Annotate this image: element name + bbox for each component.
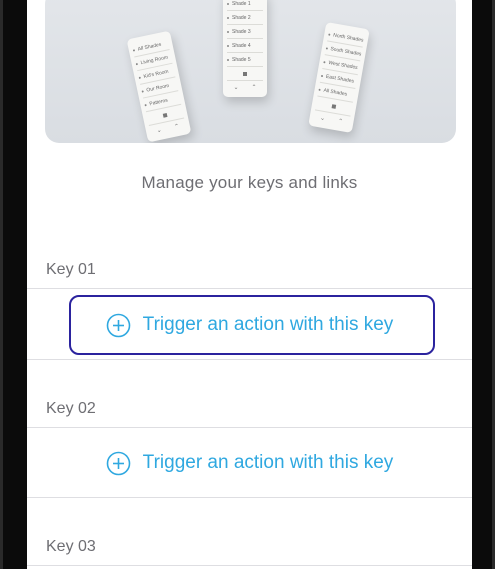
remote-button-label: Patterns xyxy=(148,97,169,107)
remote-illustration: Shade 1 Shade 2 Shade 3 Shade 4 Shade 5 … xyxy=(223,0,267,97)
plus-circle-icon xyxy=(106,313,131,338)
key-02-label: Key 02 xyxy=(46,400,96,417)
remote-button-label: Shade 2 xyxy=(232,14,251,21)
hero-image: All Shades Living Room Kid's Room Our Ro… xyxy=(45,0,456,143)
remote-button-label: Shade 4 xyxy=(232,42,251,49)
remote-button-label: East Shades xyxy=(325,73,355,85)
stop-icon xyxy=(162,112,168,118)
divider xyxy=(27,359,472,360)
remote-button-label: Living Room xyxy=(140,54,169,66)
remote-button-label: Shade 3 xyxy=(232,28,251,35)
plus-circle-icon xyxy=(106,451,131,476)
key-02-trigger-action-button[interactable]: Trigger an action with this key xyxy=(27,428,472,498)
chevron-up-icon: ⌃ xyxy=(173,123,180,131)
remote-button-label: All Shades xyxy=(137,41,162,53)
remote-button-label: Shade 1 xyxy=(232,0,251,7)
remote-button-label: Shade 5 xyxy=(232,56,251,63)
remote-button-label: West Shades xyxy=(327,59,359,71)
chevron-up-icon: ⌃ xyxy=(337,118,344,125)
divider xyxy=(27,288,472,289)
device-bezel-left xyxy=(0,0,27,569)
key-01-trigger-action-button[interactable]: Trigger an action with this key xyxy=(27,290,472,360)
screen: All Shades Living Room Kid's Room Our Ro… xyxy=(27,0,472,569)
remote-button-label: Our Room xyxy=(145,82,170,94)
remote-button-label: All Shades xyxy=(323,87,348,98)
remote-button-label: Kid's Room xyxy=(142,68,170,80)
chevron-down-icon: ⌄ xyxy=(233,84,239,91)
remote-button-label: South Shades xyxy=(329,45,362,57)
remote-illustration: North Shades South Shades West Shades Ea… xyxy=(308,21,370,134)
chevron-down-icon: ⌄ xyxy=(319,114,326,122)
stop-icon xyxy=(331,103,337,109)
trigger-action-label: Trigger an action with this key xyxy=(142,452,394,473)
key-01-label: Key 01 xyxy=(46,261,96,278)
remote-button-label: North Shades xyxy=(332,31,364,44)
chevron-down-icon: ⌄ xyxy=(156,126,163,134)
divider xyxy=(27,497,472,498)
key-03-label: Key 03 xyxy=(46,538,96,555)
divider xyxy=(27,565,472,566)
remote-illustration: All Shades Living Room Kid's Room Our Ro… xyxy=(126,30,192,143)
trigger-action-label: Trigger an action with this key xyxy=(142,314,394,335)
page-subtitle: Manage your keys and links xyxy=(141,173,358,192)
chevron-up-icon: ⌃ xyxy=(251,84,257,91)
device-bezel-right xyxy=(472,0,495,569)
stop-icon xyxy=(243,71,247,76)
